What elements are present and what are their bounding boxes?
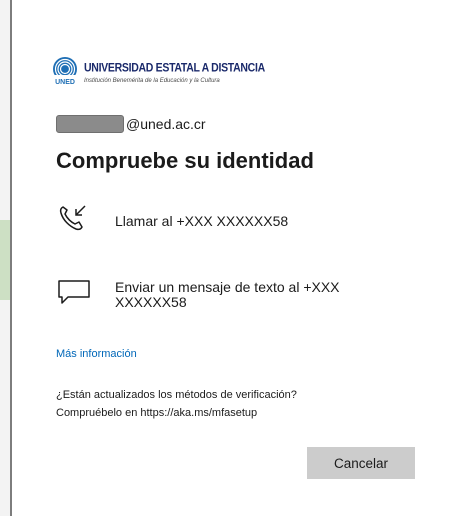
window-edge (0, 0, 12, 516)
option-call[interactable]: Llamar al +XXX XXXXXX58 (56, 203, 288, 233)
org-logo: UNED UNIVERSIDAD ESTATAL A DISTANCIA Ins… (50, 56, 265, 86)
option-sms-label: Enviar un mensaje de texto al +XXX XXXXX… (115, 279, 340, 310)
more-info-link[interactable]: Más información (56, 348, 137, 360)
redacted-username (56, 115, 124, 133)
option-call-label: Llamar al +XXX XXXXXX58 (115, 213, 289, 229)
phone-call-icon (56, 203, 92, 233)
account-domain: @uned.ac.cr (126, 116, 206, 132)
cancel-button[interactable]: Cancelar (307, 447, 415, 479)
option-sms[interactable]: Enviar un mensaje de texto al +XXX XXXXX… (56, 276, 365, 310)
message-icon (56, 276, 92, 306)
verification-methods-note: ¿Están actualizados los métodos de verif… (56, 386, 297, 422)
uned-logo-mark: UNED (50, 56, 80, 86)
org-subtitle: Institución Benemérita de la Educación y… (84, 77, 220, 84)
org-name: UNIVERSIDAD ESTATAL A DISTANCIA (84, 60, 265, 75)
verify-question: ¿Están actualizados los métodos de verif… (56, 389, 297, 401)
account-identifier: @uned.ac.cr (56, 115, 206, 133)
logo-mark-text: UNED (55, 79, 75, 86)
verify-link-text: Compruébelo en https://aka.ms/mfasetup (56, 407, 258, 419)
page-title: Compruebe su identidad (56, 148, 314, 173)
